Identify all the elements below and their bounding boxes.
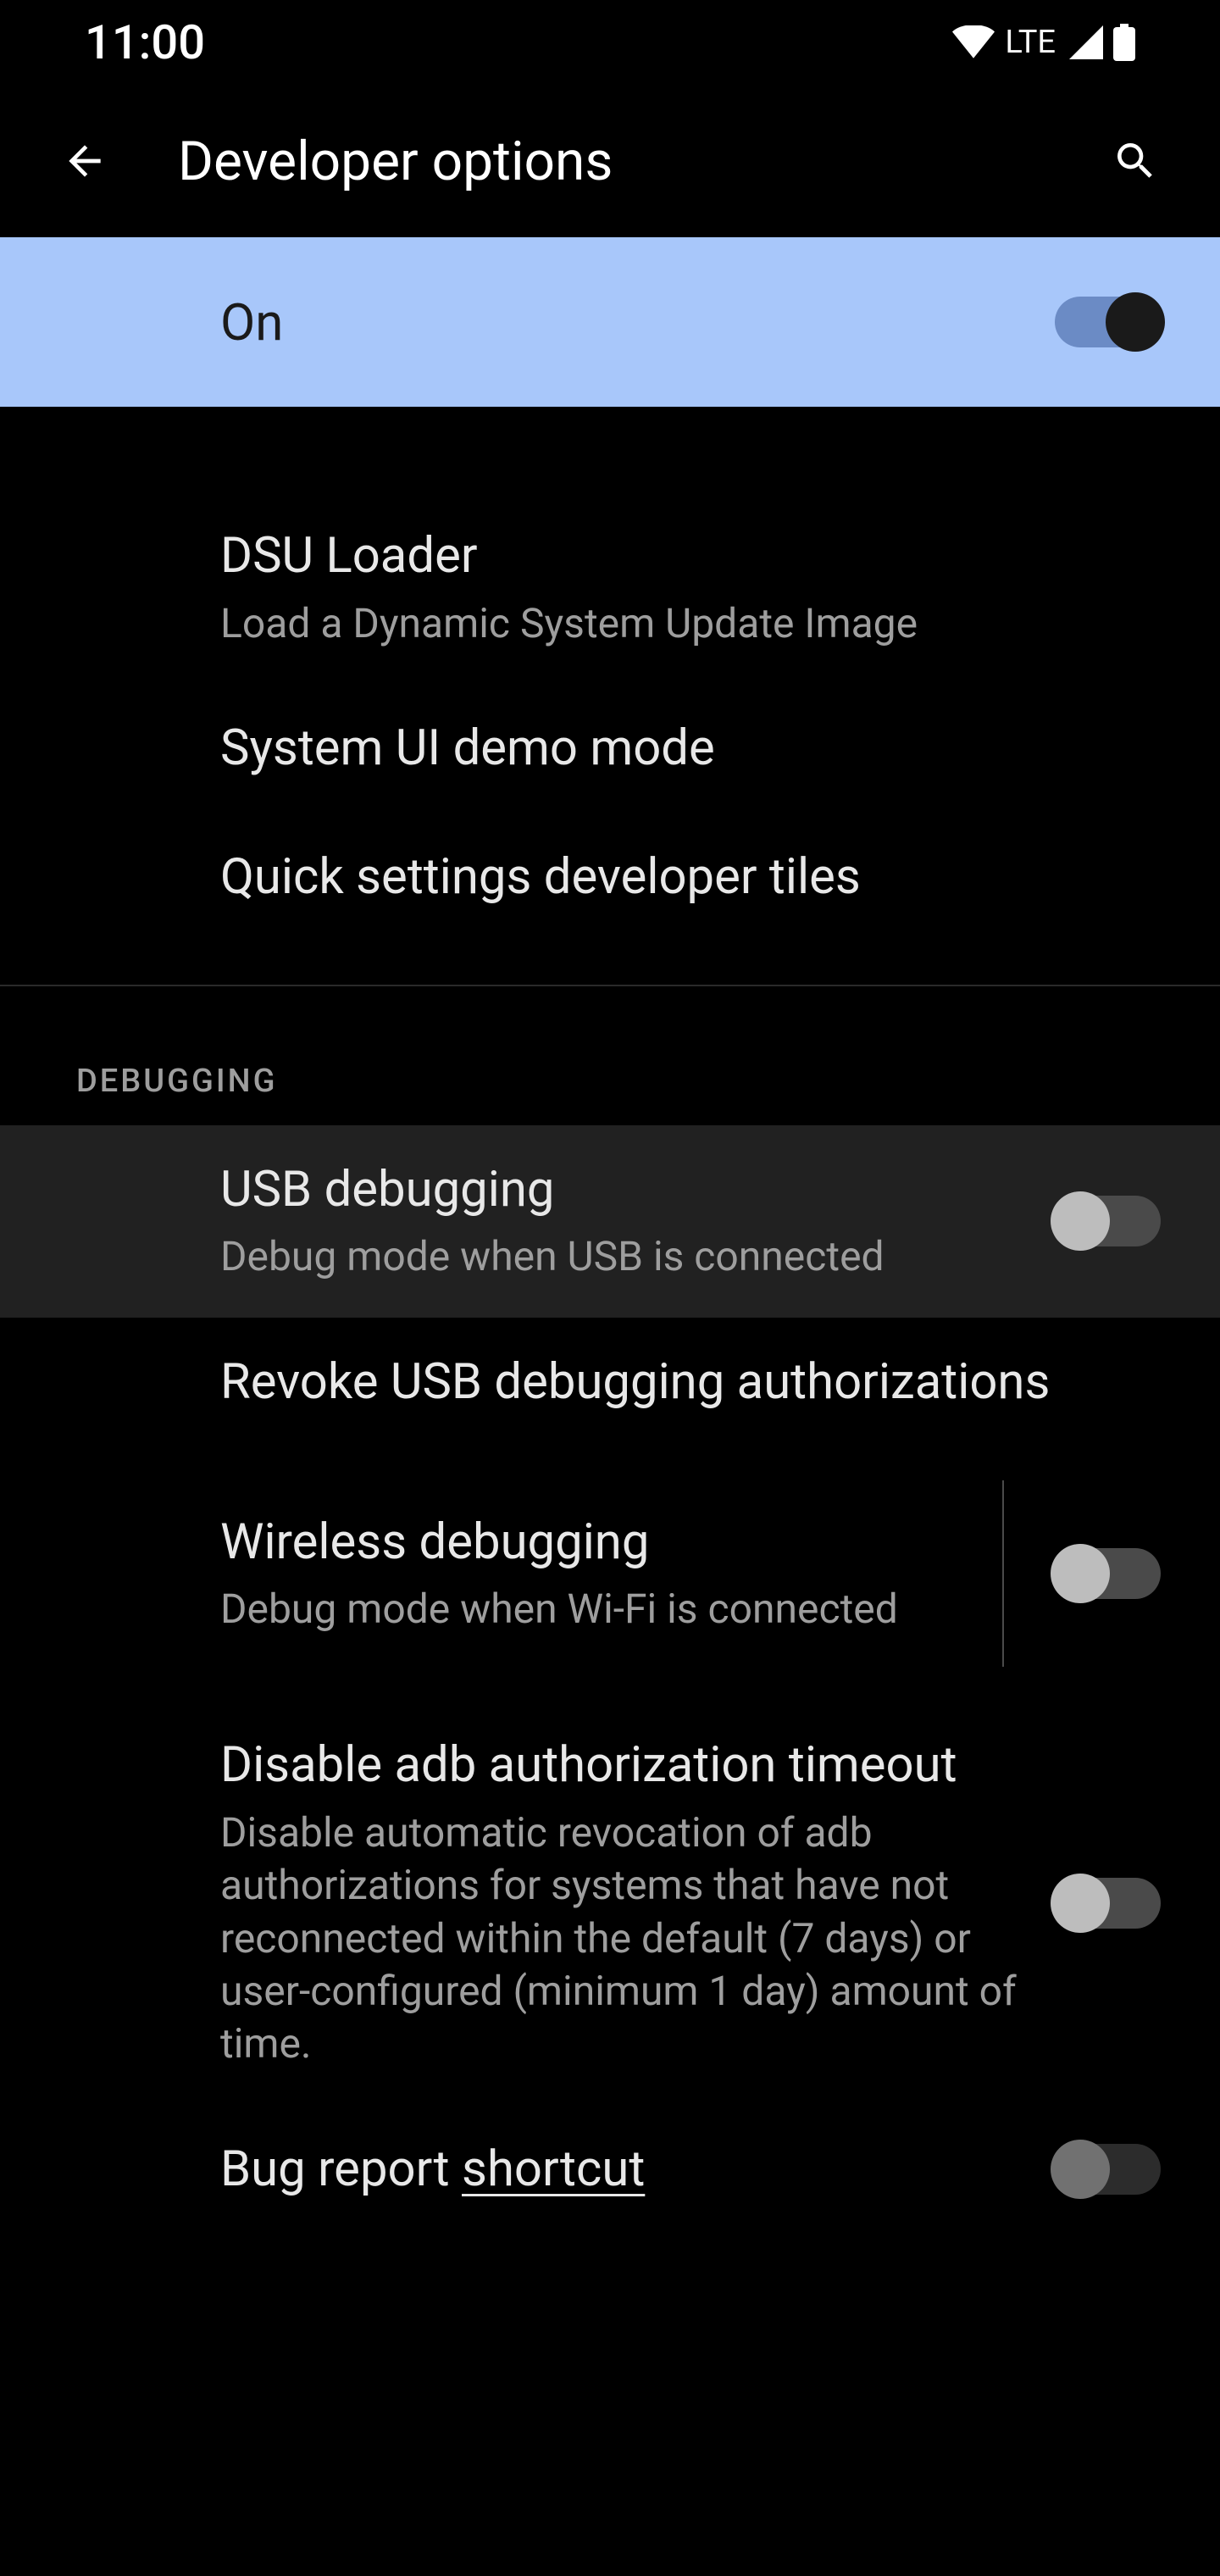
search-button[interactable] — [1093, 119, 1178, 203]
setting-title: Quick settings developer tiles — [220, 847, 1127, 908]
setting-revoke-usb-auth[interactable]: Revoke USB debugging authorizations — [0, 1318, 1220, 1447]
app-bar: Developer options — [0, 85, 1220, 237]
lte-label: LTE — [1005, 24, 1056, 61]
setting-subtitle: Load a Dynamic System Update Image — [220, 597, 1127, 650]
setting-subtitle: Debug mode when Wi-Fi is connected — [220, 1583, 960, 1635]
setting-title: Disable adb authorization timeout — [220, 1735, 1021, 1796]
vertical-divider — [1002, 1480, 1004, 1667]
status-bar: 11:00 LTE — [0, 0, 1220, 85]
usb-debugging-switch[interactable] — [1055, 1196, 1161, 1246]
setting-title: USB debugging — [220, 1159, 1021, 1221]
bug-report-switch[interactable] — [1055, 2144, 1161, 2195]
setting-wireless-debugging[interactable]: Wireless debugging Debug mode when Wi-Fi… — [0, 1446, 1220, 1701]
arrow-back-icon — [61, 137, 108, 185]
section-header-debugging: DEBUGGING — [0, 986, 1220, 1125]
text-pre: Bug report — [220, 2140, 462, 2198]
switch-thumb — [1051, 1544, 1110, 1603]
signal-icon — [1069, 25, 1103, 59]
setting-adb-auth-timeout[interactable]: Disable adb authorization timeout Disabl… — [0, 1701, 1220, 2104]
master-switch[interactable] — [1055, 297, 1161, 347]
text-underline: shortcut — [462, 2140, 645, 2198]
status-time: 11:00 — [85, 14, 205, 70]
setting-bug-report-shortcut[interactable]: Bug report shortcut — [0, 2105, 1220, 2235]
setting-dsu-loader[interactable]: DSU Loader Load a Dynamic System Update … — [0, 491, 1220, 684]
setting-title: Wireless debugging — [220, 1512, 960, 1574]
setting-usb-debugging[interactable]: USB debugging Debug mode when USB is con… — [0, 1125, 1220, 1318]
search-icon — [1112, 137, 1159, 185]
setting-demo-mode[interactable]: System UI demo mode — [0, 684, 1220, 813]
master-toggle-row[interactable]: On — [0, 237, 1220, 407]
back-button[interactable] — [42, 119, 127, 203]
wireless-debugging-switch[interactable] — [1055, 1548, 1161, 1599]
adb-auth-timeout-switch[interactable] — [1055, 1878, 1161, 1929]
battery-icon — [1113, 24, 1135, 61]
setting-title: System UI demo mode — [220, 718, 1127, 780]
setting-subtitle: Disable automatic revocation of adb auth… — [220, 1807, 1021, 2071]
status-icons: LTE — [952, 24, 1135, 61]
setting-title: Bug report shortcut — [220, 2139, 1021, 2201]
switch-thumb — [1106, 292, 1165, 352]
setting-title: DSU Loader — [220, 525, 1127, 587]
master-toggle-label: On — [220, 292, 283, 353]
setting-qs-tiles[interactable]: Quick settings developer tiles — [0, 813, 1220, 942]
setting-title: Revoke USB debugging authorizations — [220, 1352, 1127, 1413]
switch-thumb — [1051, 1191, 1110, 1251]
switch-thumb — [1051, 2140, 1110, 2199]
page-title: Developer options — [178, 130, 1093, 193]
setting-subtitle: Debug mode when USB is connected — [220, 1230, 1021, 1283]
wifi-icon — [952, 25, 995, 59]
switch-thumb — [1051, 1874, 1110, 1933]
